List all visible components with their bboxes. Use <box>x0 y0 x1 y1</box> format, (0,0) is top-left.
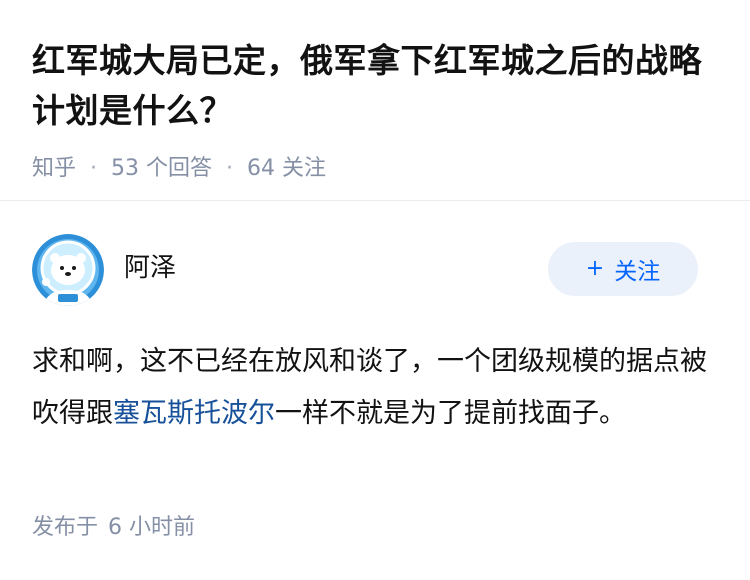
published-label: 发布于 <box>32 515 99 540</box>
section-divider <box>0 200 750 201</box>
zhihu-question-page: 红军城大局已定，俄军拿下红军城之后的战略计划是什么？ 知乎 · 53 个回答 ·… <box>0 0 750 580</box>
answer-text-part2: 一样不就是为了提前找面子。 <box>275 398 626 429</box>
meta-separator: · <box>226 156 234 181</box>
author-row: 阿泽 + 关注 <box>32 234 718 306</box>
follower-count[interactable]: 64 关注 <box>247 154 326 184</box>
published-time: 6 小时前 <box>108 515 196 540</box>
follower-count-value: 64 <box>247 156 276 181</box>
answer-content: 求和啊，这不已经在放风和谈了，一个团级规模的据点被吹得跟塞瓦斯托波尔一样不就是为… <box>32 336 712 440</box>
question-title[interactable]: 红军城大局已定，俄军拿下红军城之后的战略计划是什么？ <box>32 36 718 136</box>
follower-count-label: 关注 <box>282 156 327 181</box>
answer-count-label: 个回答 <box>146 156 213 181</box>
answer-count-value: 53 <box>111 156 140 181</box>
question-meta: 知乎 · 53 个回答 · 64 关注 <box>32 154 718 184</box>
author-name[interactable]: 阿泽 <box>124 252 176 284</box>
question-source[interactable]: 知乎 <box>32 154 76 184</box>
avatar-image <box>32 234 104 306</box>
answer-inline-link[interactable]: 塞瓦斯托波尔 <box>113 398 275 429</box>
answer-footer: 发布于 6 小时前 <box>32 512 195 544</box>
meta-separator: · <box>90 156 98 181</box>
answer-count[interactable]: 53 个回答 <box>111 154 212 184</box>
answer-card: 阿泽 + 关注 求和啊，这不已经在放风和谈了，一个团级规模的据点被吹得跟塞瓦斯托… <box>32 234 718 440</box>
question-header: 红军城大局已定，俄军拿下红军城之后的战略计划是什么？ 知乎 · 53 个回答 ·… <box>0 0 750 184</box>
polar-bear-avatar-icon[interactable] <box>32 234 104 306</box>
follow-button-label: 关注 <box>614 259 661 285</box>
follow-button[interactable]: + 关注 <box>548 242 698 296</box>
plus-icon: + <box>585 256 605 281</box>
